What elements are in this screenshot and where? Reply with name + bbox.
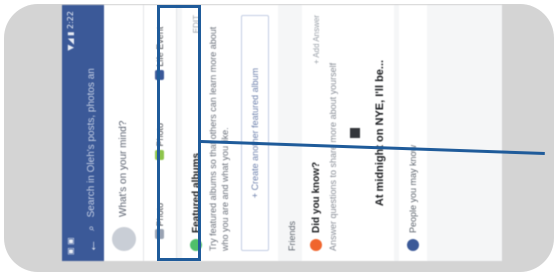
composer-prompt[interactable]: What's on your mind? [118,121,129,217]
back-arrow-icon[interactable]: ← [83,239,99,253]
did-you-know-title: Did you know? [310,161,322,233]
add-answer-link[interactable]: + Add Answer [312,15,321,64]
highlight-box [157,5,201,261]
people-label: People you may know [408,144,418,233]
avatar [111,227,136,251]
people-you-may-know[interactable]: People you may know [399,5,427,261]
did-you-know-answer[interactable]: At midnight on NYE, I'll be... [374,15,386,251]
friends-section-label[interactable]: Friends [278,5,302,261]
question-icon [310,239,322,251]
did-you-know-question: Answer questions to share more about you… [328,62,338,251]
top-bar: ← ⌕ Search in Oleh's posts, photos an [78,5,104,261]
phone-screen: ▣ ▣ ▼◢ ▮ 2:22 ← ⌕ Search in Oleh's posts… [62,5,502,261]
did-you-know-card: Did you know? + Add Answer Answer questi… [302,5,394,261]
people-icon [407,239,419,251]
featured-description: Try featured albums so that others can l… [208,26,230,251]
search-input[interactable]: Search in Oleh's posts, photos an [86,68,97,217]
clock: ▼◢ ▮ 2:22 [65,11,75,51]
status-bar: ▣ ▣ ▼◢ ▮ 2:22 [62,5,78,261]
carrier-indicators: ▣ ▣ [65,237,75,255]
rotated-content: ▣ ▣ ▼◢ ▮ 2:22 ← ⌕ Search in Oleh's posts… [62,5,502,261]
emoji-icon [350,128,360,138]
create-featured-album-button[interactable]: + Create another featured album [241,15,270,251]
composer[interactable]: What's on your mind? [104,5,144,261]
search-icon: ⌕ [85,225,97,231]
